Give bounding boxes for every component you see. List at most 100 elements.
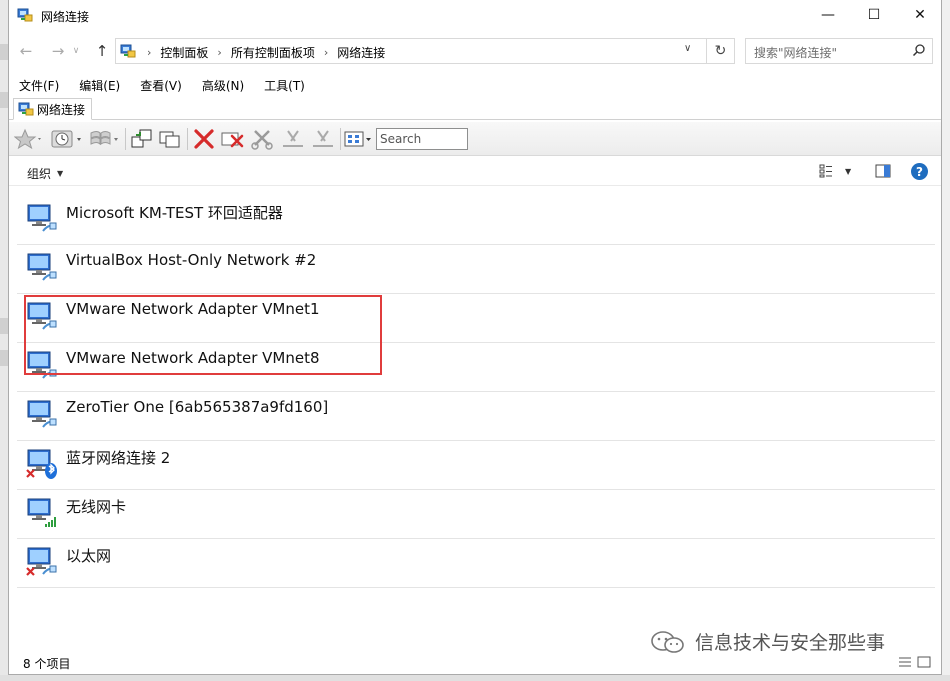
- details-view-icon: [819, 164, 832, 178]
- refresh-button[interactable]: ↻: [707, 38, 735, 64]
- history-icon[interactable]: [49, 128, 83, 150]
- connection-name: 以太网: [66, 547, 112, 565]
- background-fragment: [0, 92, 8, 108]
- list-item[interactable]: Microsoft KM-TEST 环回适配器: [17, 196, 935, 245]
- connection-name: VMware Network Adapter VMnet1: [66, 300, 320, 318]
- status-bar: 8 个项目 信息技术与安全那些事: [9, 630, 941, 674]
- list-item[interactable]: 蓝牙网络连接 2: [17, 441, 935, 490]
- breadcrumb-item[interactable]: 所有控制面板项: [231, 44, 315, 61]
- wireless-network-icon: [27, 498, 56, 527]
- list-item[interactable]: 以太网: [17, 539, 935, 588]
- network-adapter-icon: [27, 351, 57, 379]
- cut-icon[interactable]: [279, 128, 307, 150]
- watermark-text: 信息技术与安全那些事: [695, 632, 886, 654]
- list-item[interactable]: ZeroTier One [6ab565387a9fd160]: [17, 392, 935, 441]
- cut-icon[interactable]: [249, 128, 277, 150]
- chevron-down-icon: ▼: [57, 169, 64, 178]
- menu-view[interactable]: 查看(V): [130, 76, 192, 96]
- search-icon[interactable]: [912, 43, 926, 57]
- address-dropdown-icon[interactable]: ∨: [684, 43, 691, 54]
- status-view-buttons: [897, 655, 932, 669]
- connection-name: Microsoft KM-TEST 环回适配器: [66, 204, 283, 222]
- window-title: 网络连接: [41, 10, 90, 24]
- network-folder-icon: [18, 102, 34, 116]
- menu-bar: 文件(F) 编辑(E) 查看(V) 高级(N) 工具(T): [9, 76, 315, 96]
- cut-icon[interactable]: [309, 128, 337, 150]
- network-adapter-icon: [27, 204, 57, 232]
- list-item[interactable]: 无线网卡: [17, 490, 935, 539]
- wechat-logo-icon: [651, 630, 684, 653]
- background-fragment: [0, 44, 8, 60]
- bluetooth-network-disconnected-icon: [26, 449, 57, 479]
- forward-button[interactable]: →: [47, 40, 69, 62]
- background-fragment: [0, 318, 8, 334]
- chevron-down-icon: ▼: [845, 166, 852, 176]
- watermark: 信息技术与安全那些事: [649, 628, 885, 655]
- ethernet-disconnected-icon: [26, 547, 57, 576]
- maximize-button[interactable]: ☐: [851, 0, 897, 30]
- network-connections-window: 网络连接 — ☐ ✕ ← → ∨ ↑ › 控制面板 › 所有控制面板项 › 网络…: [8, 0, 942, 675]
- menu-tools[interactable]: 工具(T): [254, 76, 315, 96]
- breadcrumb: › 控制面板 › 所有控制面板项 › 网络连接: [138, 44, 385, 61]
- tab-network-connections[interactable]: 网络连接: [13, 98, 93, 120]
- network-folder-icon: [17, 8, 33, 22]
- connection-name: 无线网卡: [66, 498, 127, 516]
- disconnect-icon[interactable]: [219, 128, 247, 150]
- network-adapter-icon: [27, 400, 57, 428]
- network-adapter-icon: [27, 302, 57, 330]
- list-item[interactable]: VirtualBox Host-Only Network #2: [17, 245, 935, 294]
- list-item[interactable]: VMware Network Adapter VMnet1: [17, 294, 935, 343]
- preview-pane-button[interactable]: [875, 164, 891, 181]
- connection-name: VirtualBox Host-Only Network #2: [66, 251, 317, 269]
- large-icons-view-icon[interactable]: [916, 655, 932, 669]
- title-bar[interactable]: 网络连接 — ☐ ✕: [9, 0, 941, 32]
- item-count: 8 个项目: [23, 657, 71, 671]
- background-taskbar-strip: [0, 675, 950, 681]
- toolbar-separator: [125, 128, 126, 150]
- network-adapter-icon: [27, 253, 57, 281]
- breadcrumb-item[interactable]: 控制面板: [160, 44, 208, 61]
- minimize-button[interactable]: —: [805, 0, 851, 30]
- tab-row: 网络连接: [9, 98, 941, 120]
- delete-red-x-icon[interactable]: [191, 128, 217, 150]
- legacy-toolbar: [9, 122, 941, 156]
- connection-name: 蓝牙网络连接 2: [66, 449, 171, 467]
- command-bar: 组织 ▼ ▼ ?: [9, 158, 941, 186]
- toolbar-separator: [187, 128, 188, 150]
- background-fragment: [0, 350, 8, 366]
- back-button[interactable]: ←: [15, 40, 37, 62]
- search-placeholder[interactable]: 搜索"网络连接": [754, 44, 837, 61]
- control-panel-icon: [120, 44, 136, 58]
- breadcrumb-separator-icon[interactable]: ›: [217, 46, 221, 59]
- favorites-star-icon[interactable]: [13, 128, 43, 150]
- up-button[interactable]: ↑: [91, 40, 113, 62]
- breadcrumb-separator-icon[interactable]: ›: [324, 46, 328, 59]
- recent-locations-button[interactable]: ∨: [69, 40, 83, 62]
- toolbar-separator: [340, 128, 341, 150]
- legacy-search-input[interactable]: [377, 129, 467, 149]
- legacy-search-field[interactable]: [376, 128, 468, 150]
- breadcrumb-item[interactable]: 网络连接: [337, 44, 385, 61]
- menu-advanced[interactable]: 高级(N): [192, 76, 254, 96]
- windows-flag-icon[interactable]: [87, 128, 121, 150]
- connection-name: VMware Network Adapter VMnet8: [66, 349, 320, 367]
- preview-pane-icon: [875, 164, 891, 178]
- copy-window-icon[interactable]: [157, 128, 183, 150]
- background-window-strip: [0, 0, 8, 681]
- address-bar[interactable]: › 控制面板 › 所有控制面板项 › 网络连接 ∨: [115, 38, 707, 64]
- help-icon[interactable]: ?: [911, 163, 928, 180]
- organize-button[interactable]: 组织 ▼: [27, 165, 63, 182]
- close-button[interactable]: ✕: [897, 0, 943, 30]
- connections-list: Microsoft KM-TEST 环回适配器 VirtualBox Host-…: [17, 196, 935, 588]
- connection-name: ZeroTier One [6ab565387a9fd160]: [66, 398, 329, 416]
- menu-edit[interactable]: 编辑(E): [69, 76, 130, 96]
- search-box[interactable]: 搜索"网络连接": [745, 38, 933, 64]
- organize-label: 组织: [27, 167, 52, 181]
- menu-file[interactable]: 文件(F): [9, 76, 69, 96]
- change-view-button[interactable]: ▼: [819, 164, 851, 178]
- details-view-icon[interactable]: [897, 655, 913, 669]
- view-grid-icon[interactable]: [343, 128, 373, 150]
- breadcrumb-separator-icon[interactable]: ›: [147, 46, 151, 59]
- connect-icon[interactable]: [129, 128, 155, 150]
- list-item[interactable]: VMware Network Adapter VMnet8: [17, 343, 935, 392]
